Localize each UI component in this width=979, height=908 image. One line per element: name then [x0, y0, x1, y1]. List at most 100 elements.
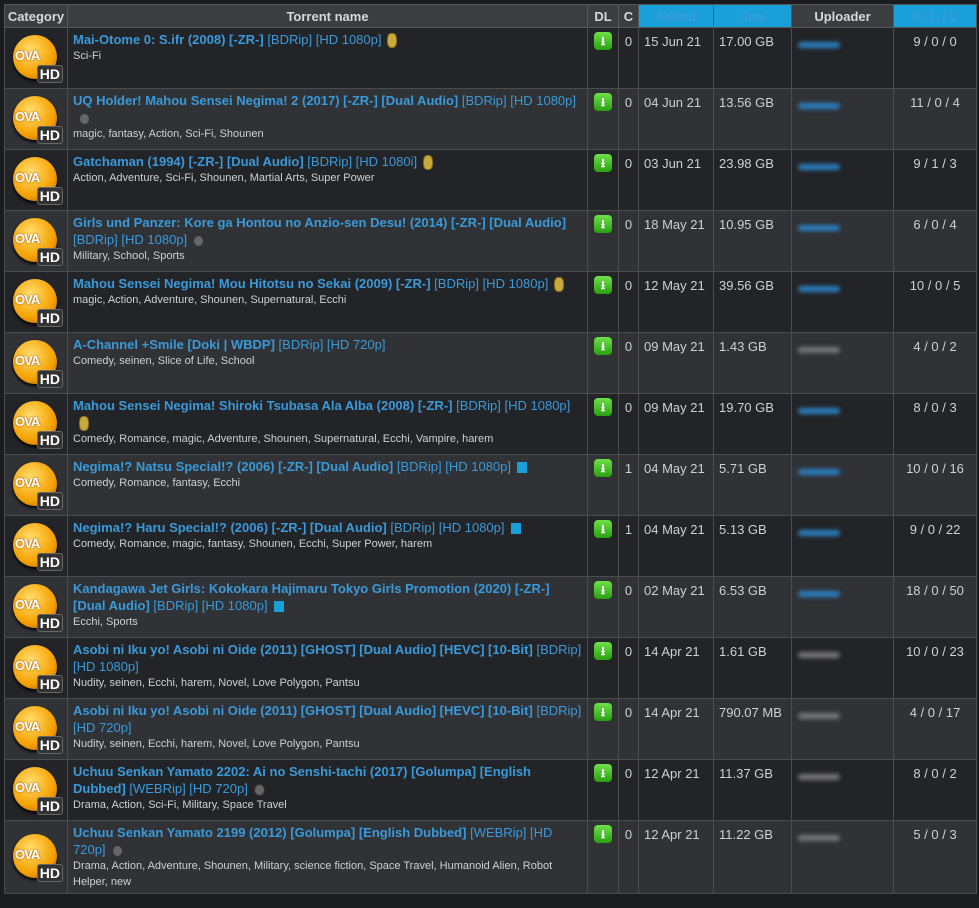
title-quality: [BDRip] [HD 1080p]	[396, 459, 512, 474]
uploader-link[interactable]	[798, 835, 840, 841]
ova-hd-category-icon[interactable]: OVA HD	[11, 521, 63, 571]
category-cell: OVA HD	[4, 576, 68, 638]
download-icon[interactable]: ⭳	[594, 215, 612, 233]
download-icon[interactable]: ⭳	[594, 581, 612, 599]
uploader-link[interactable]	[798, 347, 840, 353]
torrent-link[interactable]: Uchuu Senkan Yamato 2202: Ai no Senshi-t…	[73, 764, 531, 796]
torrent-link[interactable]: Negima!? Natsu Special!? (2006) [-ZR-] […	[73, 459, 511, 474]
torrent-link[interactable]: Asobi ni Iku yo! Asobi ni Oide (2011) [G…	[73, 642, 581, 674]
header-comments[interactable]: C	[618, 4, 639, 28]
tags: Action, Adventure, Sci-Fi, Shounen, Mart…	[73, 172, 375, 185]
torrent-link[interactable]: Mahou Sensei Negima! Mou Hitotsu no Seka…	[73, 276, 548, 291]
gray-dot-icon	[111, 844, 123, 857]
torrent-link[interactable]: Mahou Sensei Negima! Shiroki Tsubasa Ala…	[73, 398, 570, 413]
size: 23.98 GB	[713, 149, 792, 211]
ova-hd-category-icon[interactable]: OVA HD	[11, 704, 63, 754]
header-added[interactable]: Added	[638, 4, 714, 28]
table-row: OVA HD Negima!? Natsu Special!? (2006) [-…	[4, 454, 977, 516]
uploader-link[interactable]	[798, 713, 840, 719]
uploader-link[interactable]	[798, 164, 840, 170]
download-icon[interactable]: ⭳	[594, 703, 612, 721]
title-main: Negima!? Natsu Special!? (2006) [-ZR-] […	[73, 459, 394, 474]
size: 790.07 MB	[713, 698, 792, 760]
torrent-link[interactable]: Uchuu Senkan Yamato 2199 (2012) [Golumpa…	[73, 825, 552, 857]
ova-hd-category-icon[interactable]: OVA HD	[11, 643, 63, 693]
size: 6.53 GB	[713, 576, 792, 638]
dl-cell: ⭳	[587, 454, 619, 516]
added-date: 09 May 21	[638, 332, 714, 394]
ova-hd-category-icon[interactable]: OVA HD	[11, 399, 63, 449]
download-icon[interactable]: ⭳	[594, 520, 612, 538]
torrent-link[interactable]: Gatchaman (1994) [-ZR-] [Dual Audio] [BD…	[73, 154, 417, 169]
seeders-leechers-completed: 10 / 0 / 5	[893, 271, 977, 333]
download-icon[interactable]: ⭳	[594, 93, 612, 111]
tags: Drama, Action, Adventure, Shounen, Milit…	[73, 860, 553, 888]
uploader-link[interactable]	[798, 42, 840, 48]
torrent-link[interactable]: A-Channel +Smile [Doki | WBDP] [BDRip] […	[73, 337, 385, 352]
tags: magic, fantasy, Action, Sci-Fi, Shounen	[73, 128, 264, 140]
ova-hd-category-icon[interactable]: OVA HD	[11, 338, 63, 388]
download-icon[interactable]: ⭳	[594, 764, 612, 782]
ova-hd-category-icon[interactable]: OVA HD	[11, 582, 63, 632]
header-size[interactable]: Size	[713, 4, 792, 28]
uploader-link[interactable]	[798, 408, 840, 414]
download-icon[interactable]: ⭳	[594, 337, 612, 355]
torrent-link[interactable]: Girls und Panzer: Kore ga Hontou no Anzi…	[73, 215, 566, 247]
size: 11.22 GB	[713, 820, 792, 894]
ova-hd-category-icon[interactable]: OVA HD	[11, 33, 63, 83]
ova-hd-category-icon[interactable]: OVA HD	[11, 460, 63, 510]
title-quality: [BDRip] [HD 1080p]	[267, 32, 382, 47]
added-date: 09 May 21	[638, 393, 714, 455]
download-icon[interactable]: ⭳	[594, 32, 612, 50]
added-date: 04 May 21	[638, 454, 714, 516]
download-icon[interactable]: ⭳	[594, 276, 612, 294]
download-icon[interactable]: ⭳	[594, 642, 612, 660]
download-icon[interactable]: ⭳	[594, 459, 612, 477]
uploader-link[interactable]	[798, 591, 840, 597]
size: 1.61 GB	[713, 637, 792, 699]
dl-cell: ⭳	[587, 393, 619, 455]
title-main: Asobi ni Iku yo! Asobi ni Oide (2011) [G…	[73, 642, 533, 657]
added-date: 12 Apr 21	[638, 820, 714, 894]
comments-count: 1	[618, 454, 639, 516]
download-icon[interactable]: ⭳	[594, 825, 612, 843]
comments-count: 0	[618, 576, 639, 638]
torrent-link[interactable]: Mai-Otome 0: S.ifr (2008) [-ZR-] [BDRip]…	[73, 32, 381, 47]
ova-hd-category-icon[interactable]: OVA HD	[11, 216, 63, 266]
gray-dot-icon	[193, 234, 205, 247]
ova-hd-category-icon[interactable]: OVA HD	[11, 765, 63, 815]
uploader-link[interactable]	[798, 774, 840, 780]
torrent-link[interactable]: Asobi ni Iku yo! Asobi ni Oide (2011) [G…	[73, 703, 581, 735]
uploader-cell	[791, 149, 894, 211]
uploader-link[interactable]	[798, 652, 840, 658]
uploader-link[interactable]	[798, 225, 840, 231]
header-category[interactable]: Category	[4, 4, 68, 28]
uploader-link[interactable]	[798, 530, 840, 536]
torrent-link[interactable]: Negima!? Haru Special!? (2006) [-ZR-] [D…	[73, 520, 505, 535]
ova-hd-category-icon[interactable]: OVA HD	[11, 155, 63, 205]
comments-count: 0	[618, 698, 639, 760]
header-uploader[interactable]: Uploader	[791, 4, 894, 28]
download-icon[interactable]: ⭳	[594, 154, 612, 172]
table-row: OVA HD Asobi ni Iku yo! Asobi ni Oide (20…	[4, 637, 977, 699]
uploader-link[interactable]	[798, 103, 840, 109]
dl-cell: ⭳	[587, 27, 619, 89]
title-quality: [BDRip] [HD 1080p]	[73, 232, 188, 247]
ova-hd-category-icon[interactable]: OVA HD	[11, 277, 63, 327]
header-slc[interactable]: S / L / C	[893, 4, 977, 28]
size: 17.00 GB	[713, 27, 792, 89]
tags: Military, School, Sports	[73, 250, 185, 262]
category-cell: OVA HD	[4, 393, 68, 455]
category-cell: OVA HD	[4, 759, 68, 821]
table-row: OVA HD Girls und Panzer: Kore ga Hontou n…	[4, 210, 977, 272]
download-icon[interactable]: ⭳	[594, 398, 612, 416]
category-cell: OVA HD	[4, 454, 68, 516]
torrent-link[interactable]: Kandagawa Jet Girls: Kokokara Hajimaru T…	[73, 581, 550, 613]
ova-hd-category-icon[interactable]: OVA HD	[11, 94, 63, 144]
uploader-link[interactable]	[798, 469, 840, 475]
added-date: 03 Jun 21	[638, 149, 714, 211]
ova-hd-category-icon[interactable]: OVA HD	[11, 832, 63, 882]
uploader-link[interactable]	[798, 286, 840, 292]
torrent-link[interactable]: UQ Holder! Mahou Sensei Negima! 2 (2017)…	[73, 93, 576, 108]
header-name[interactable]: Torrent name	[67, 4, 588, 28]
